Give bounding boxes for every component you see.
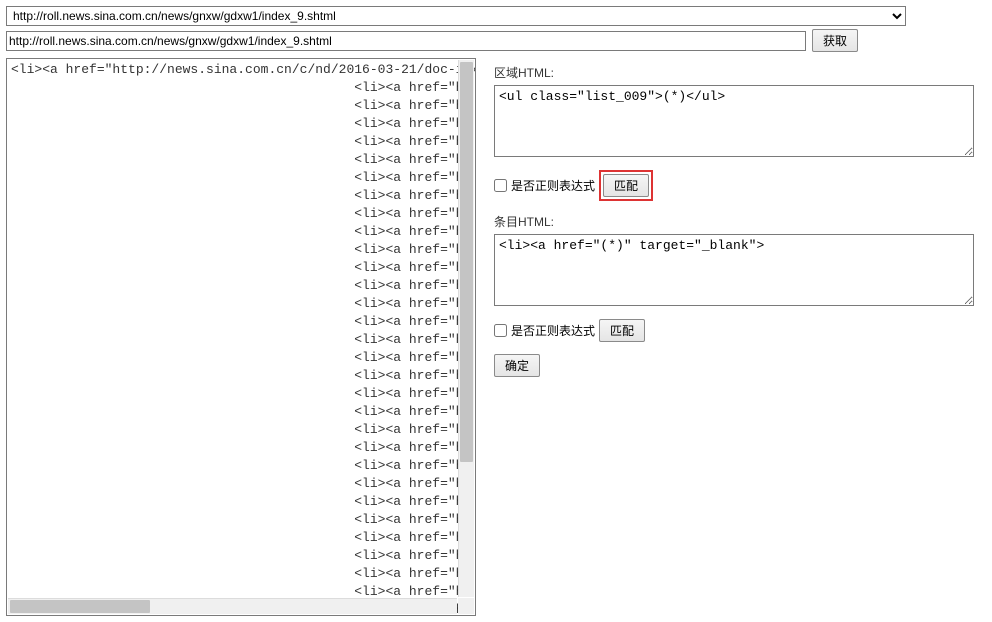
url-select[interactable]: http://roll.news.sina.com.cn/news/gnxw/g… bbox=[6, 6, 906, 26]
item-match-button[interactable]: 匹配 bbox=[599, 319, 645, 342]
match-highlight: 匹配 bbox=[599, 170, 653, 201]
url-input[interactable] bbox=[6, 31, 806, 51]
item-html-label: 条目HTML: bbox=[494, 213, 986, 230]
scroll-corner bbox=[458, 598, 474, 614]
item-html-textarea[interactable] bbox=[494, 234, 974, 306]
area-regex-checkbox[interactable] bbox=[494, 179, 507, 192]
area-html-textarea[interactable] bbox=[494, 85, 974, 157]
horizontal-scrollbar-thumb[interactable] bbox=[10, 600, 150, 613]
vertical-scrollbar-thumb[interactable] bbox=[460, 62, 473, 462]
area-html-label: 区域HTML: bbox=[494, 64, 986, 81]
horizontal-scrollbar[interactable] bbox=[8, 598, 457, 614]
item-regex-checkbox[interactable] bbox=[494, 324, 507, 337]
fetch-button[interactable]: 获取 bbox=[812, 29, 858, 52]
vertical-scrollbar[interactable] bbox=[458, 60, 474, 597]
source-panel: <li><a href="http://news.sina.com.cn/c/n… bbox=[6, 58, 476, 616]
area-regex-label: 是否正则表达式 bbox=[511, 177, 595, 194]
item-regex-label: 是否正则表达式 bbox=[511, 322, 595, 339]
area-match-button[interactable]: 匹配 bbox=[603, 174, 649, 197]
source-content[interactable]: <li><a href="http://news.sina.com.cn/c/n… bbox=[7, 59, 475, 615]
confirm-button[interactable]: 确定 bbox=[494, 354, 540, 377]
